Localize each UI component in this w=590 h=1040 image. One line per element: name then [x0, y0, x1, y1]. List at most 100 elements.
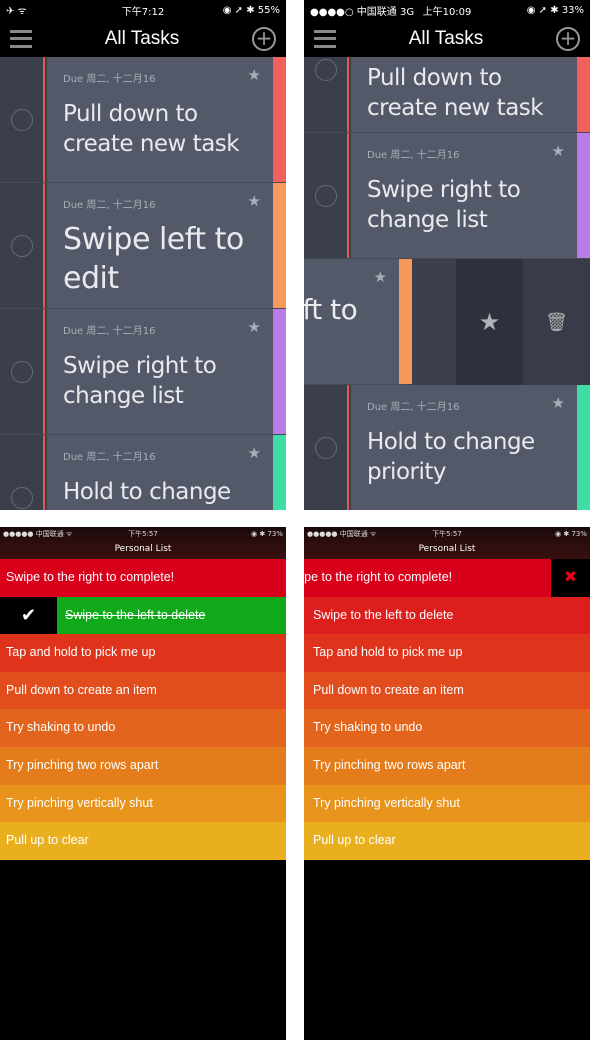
star-icon[interactable]: ★ — [248, 318, 261, 336]
task-card[interactable]: Due 周二, 十二月16 ★ Swipe right to change lis… — [47, 309, 273, 434]
task-row[interactable]: Due 周二, 十二月16 ★ Swipe left to edit — [0, 183, 286, 309]
add-task-button[interactable]: + — [252, 26, 276, 51]
task-row[interactable]: Due 周二, 十二月16 ★ Hold to change priority — [304, 385, 590, 510]
row-gutter — [0, 309, 45, 434]
menu-icon[interactable] — [314, 29, 336, 48]
task-list: Due 周二, 十二月16 ★ Pull down to create new t… — [0, 57, 286, 510]
list-color-strip — [577, 57, 590, 132]
star-icon[interactable]: ★ — [248, 444, 261, 462]
task-title: Swipe left to edit — [304, 293, 358, 326]
due-date: Due 周二, 十二月16 — [367, 402, 460, 413]
status-right: ◉ ➚ ✱ 33% — [526, 4, 584, 16]
row-gutter — [304, 133, 349, 258]
task-title: Swipe right to change list — [367, 177, 521, 233]
item-label: Swipe to the right to complete! — [304, 570, 453, 584]
task-row[interactable]: Due 周二, 十二月16 ★ Swipe right to change lis… — [0, 309, 286, 435]
task-row[interactable]: Due 周二, 十二月16★ Swipe left to edit — [304, 259, 412, 385]
task-row[interactable]: Due 周二, 十二月16 ★ Pull down to create new t… — [0, 57, 286, 183]
star-icon[interactable]: ★ — [374, 268, 387, 286]
todo-item[interactable]: Try pinching two rows apart — [304, 746, 590, 785]
status-bar: ✈ ᯤ 下午7:12 ◉ ➚ ✱ 55% — [0, 0, 286, 20]
list-color-strip — [399, 259, 412, 384]
task-card[interactable]: Due 周二, 十二月16 ★ Swipe left to edit — [47, 183, 273, 308]
todo-list: Swipe to the right to complete! ✔ Swipe to… — [0, 559, 286, 860]
complete-checkbox[interactable] — [11, 234, 33, 257]
todo-item[interactable]: Swipe to the right to complete! — [0, 559, 286, 597]
all-tasks-screen-1: ✈ ᯤ 下午7:12 ◉ ➚ ✱ 55% All Tasks + Due 周二, 十… — [0, 0, 286, 510]
todo-item[interactable]: Tap and hold to pick me up — [0, 634, 286, 672]
page-title: All Tasks — [104, 27, 180, 49]
complete-checkbox[interactable] — [11, 360, 33, 383]
task-card[interactable]: Due 周二, 十二月16 ★ Swipe right to change lis… — [351, 133, 577, 258]
task-card[interactable]: Due 周二, 十二月16 ★ Hold to change priority — [351, 385, 577, 510]
task-title: Hold to change priority — [367, 429, 535, 485]
star-icon[interactable]: ★ — [552, 142, 565, 160]
todo-item[interactable]: Try shaking to undo — [304, 709, 590, 747]
todo-item[interactable]: ✔ Swipe to the left to delete — [0, 596, 286, 635]
delete-x-icon[interactable]: ✖ — [551, 559, 590, 597]
todo-item[interactable]: Try pinching vertically shut — [0, 784, 286, 823]
item-label: Try pinching vertically shut — [313, 795, 460, 810]
item-label: Pull down to create an item — [6, 682, 157, 697]
todo-item[interactable]: Pull down to create an item — [0, 671, 286, 710]
list-color-strip — [577, 385, 590, 510]
task-card[interactable]: Due 周二, 十二月16 ★ Hold to change priority — [47, 435, 273, 510]
nav-bar: All Tasks + — [304, 20, 590, 57]
row-gutter — [0, 183, 45, 308]
star-icon[interactable]: ★ — [248, 192, 261, 210]
todo-item[interactable]: Try pinching vertically shut — [304, 784, 590, 823]
favorite-action-button[interactable]: ★ — [456, 259, 523, 385]
todo-item[interactable]: Try pinching two rows apart — [0, 746, 286, 785]
task-title: Swipe left to edit — [63, 222, 244, 296]
task-row[interactable]: Pull down to create new task — [304, 57, 590, 133]
item-label: Try shaking to undo — [313, 720, 423, 735]
row-gutter — [304, 57, 349, 132]
todo-item[interactable]: Swipe to the left to delete — [304, 596, 590, 635]
status-time: 下午5:57 — [432, 530, 462, 538]
task-list: Pull down to create new task Due 周二, 十二月… — [304, 57, 590, 510]
todo-item[interactable]: Pull up to clear — [0, 822, 286, 860]
personal-list-screen-1: ●●●●● 中国联通 ᯤ 下午5:57 ◉ ✱ 73% Personal List … — [0, 527, 286, 1040]
task-title: Hold to change priority — [63, 479, 231, 510]
task-title: Swipe right to change list — [63, 353, 217, 409]
due-date: Due 周二, 十二月16 — [63, 452, 156, 463]
complete-checkbox[interactable] — [11, 486, 33, 509]
list-title: Personal List — [304, 541, 590, 559]
nav-bar: All Tasks + — [0, 20, 286, 57]
item-label: Try pinching two rows apart — [6, 757, 159, 772]
due-date: Due 周二, 十二月16 — [63, 200, 156, 211]
star-icon[interactable]: ★ — [248, 66, 261, 84]
task-row[interactable]: Due 周二, 十二月16 ★ Hold to change priority — [0, 435, 286, 510]
status-bar: ●●●●○ 中国联通 3G 上午10:09 ◉ ➚ ✱ 33% — [304, 0, 590, 20]
task-title: Pull down to create new task — [63, 101, 240, 157]
todo-item[interactable]: Swipe to the right to complete! ✖ — [304, 559, 590, 597]
task-card[interactable]: Due 周二, 十二月16 ★ Pull down to create new t… — [47, 57, 273, 182]
due-date: Due 周二, 十二月16 — [63, 326, 156, 337]
item-label: Pull up to clear — [313, 833, 396, 848]
complete-checkbox[interactable] — [315, 58, 337, 81]
star-icon[interactable]: ★ — [552, 394, 565, 412]
task-card[interactable]: Pull down to create new task — [351, 57, 577, 132]
todo-item[interactable]: Pull down to create an item — [304, 671, 590, 710]
page-title: All Tasks — [408, 27, 484, 49]
complete-checkbox[interactable] — [315, 436, 337, 459]
complete-checkbox[interactable] — [315, 184, 337, 207]
todo-item[interactable]: Try shaking to undo — [0, 709, 286, 747]
status-left: ✈ ᯤ — [6, 6, 27, 17]
status-bar: ●●●●● 中国联通 ᯤ 下午5:57 ◉ ✱ 73% — [0, 527, 286, 541]
todo-item[interactable]: Pull up to clear — [304, 822, 590, 860]
complete-checkbox[interactable] — [11, 108, 33, 131]
personal-list-screen-2: ●●●●● 中国联通 ᯤ 下午5:57 ◉ ✱ 73% Personal List … — [304, 527, 590, 1040]
row-gutter — [0, 57, 45, 182]
all-tasks-screen-2: ●●●●○ 中国联通 3G 上午10:09 ◉ ➚ ✱ 33% All Tasks … — [304, 0, 590, 510]
task-row[interactable]: Due 周二, 十二月16 ★ Swipe right to change lis… — [304, 133, 590, 259]
item-label: Pull down to create an item — [313, 682, 464, 697]
task-card[interactable]: Due 周二, 十二月16★ Swipe left to edit — [304, 259, 399, 384]
delete-action-button[interactable]: 🗑 — [523, 259, 590, 385]
menu-icon[interactable] — [10, 29, 32, 48]
item-label: Pull up to clear — [6, 833, 89, 848]
add-task-button[interactable]: + — [556, 26, 580, 51]
trash-icon: 🗑 — [545, 311, 568, 333]
todo-item[interactable]: Tap and hold to pick me up — [304, 634, 590, 672]
swipe-actions: ★ 🗑 — [456, 259, 590, 385]
